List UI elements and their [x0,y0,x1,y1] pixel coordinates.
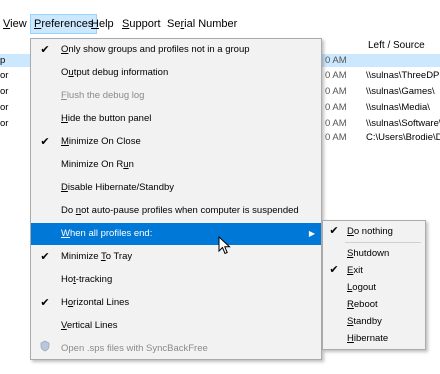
menu-item-label: Horizontal Lines [61,297,130,308]
row-source: \\sulnas\Media\ [366,102,430,113]
menu-item-horizontal-lines[interactable]: ✔ Horizontal Lines [31,292,321,314]
submenu-item-reboot[interactable]: Reboot [323,296,425,313]
chevron-right-icon: ▶ [308,229,315,238]
checkmark-icon: ✔ [40,44,50,56]
menu-item-hide-button-panel[interactable]: Hide the button panel [31,108,321,130]
submenu-item-logout[interactable]: Logout [323,279,425,296]
checkmark-icon: ✔ [40,136,50,148]
menu-bar: View Preferences Help Support Serial Num… [0,14,440,34]
menu-item-disable-hibernate[interactable]: Disable Hibernate/Standby [31,177,321,199]
row-source: \\sulnas\Games\ [366,86,435,97]
submenu-item-label: Logout [347,282,377,293]
row-source: \\sulnas\ThreeDPr [366,70,440,81]
menu-item-label: Do not auto-pause profiles when computer… [61,205,299,216]
submenu-item-label: Do nothing [347,226,393,237]
menu-serial-rest: ial Number [184,18,238,30]
menu-item-hot-tracking[interactable]: Hot-tracking [31,269,321,291]
menu-view-rest: iew [10,18,27,30]
menu-item-minimize-on-run[interactable]: Minimize On Run [31,154,321,176]
preferences-menu: ✔ Only show groups and profiles not in a… [30,38,322,360]
checkmark-icon: ✔ [329,264,339,276]
row-left-text: or [0,70,9,81]
column-header-label: Left / Source [368,40,425,51]
menu-item-label: Minimize On Close [61,136,141,147]
menu-item-flush-debug-log: Flush the debug log [31,85,321,107]
menu-item-only-show-groups[interactable]: ✔ Only show groups and profiles not in a… [31,39,321,61]
submenu-item-label: Reboot [347,299,378,310]
menu-help[interactable]: Help [88,14,117,34]
mouse-pointer-icon [218,235,232,259]
menu-item-label: Hot-tracking [61,274,113,285]
menu-item-label: Minimize To Tray [61,251,133,262]
profiles-end-submenu: ✔ Do nothing Shutdown ✔ Exit Logout Rebo… [322,220,426,350]
menu-serial-number[interactable]: Serial Number [164,14,240,34]
menu-item-label: Open .sps files with SyncBackFree [61,343,208,354]
menu-item-label: Output debug information [61,67,169,78]
row-left-text: or [0,86,9,97]
column-header-source[interactable]: Left / Source [320,38,440,55]
menu-item-label: Flush the debug log [61,90,145,101]
row-left-text: or [0,102,9,113]
submenu-item-label: Shutdown [347,248,390,259]
submenu-item-label: Standby [347,316,382,327]
menu-preferences-rest: references [41,18,94,30]
submenu-item-hibernate[interactable]: Hibernate [323,330,425,347]
submenu-item-exit[interactable]: ✔ Exit [323,262,425,279]
menu-item-label: When all profiles end: [61,228,153,239]
checkmark-icon: ✔ [40,297,50,309]
menu-view[interactable]: View [0,14,30,34]
menu-item-label: Disable Hibernate/Standby [61,182,175,193]
menu-help-accel: H [91,18,99,30]
menu-help-rest: elp [98,18,114,30]
row-time: 0 AM [325,86,347,97]
submenu-item-label: Hibernate [347,333,389,344]
menu-item-label: Hide the button panel [61,113,152,124]
row-source: \\sulnas\Software\ [366,118,440,129]
row-source: C:\Users\Brodie\D [366,132,440,143]
menu-item-label: Only show groups and profiles not in a g… [61,44,250,55]
menu-item-open-sps-files: Open .sps files with SyncBackFree [31,338,321,360]
menu-item-minimize-to-tray[interactable]: ✔ Minimize To Tray [31,246,321,268]
submenu-separator [345,242,421,243]
menu-item-minimize-on-close[interactable]: ✔ Minimize On Close [31,131,321,153]
row-left-text: or [0,118,9,129]
submenu-item-label: Exit [347,265,363,276]
row-time: 0 AM [325,70,347,81]
menu-serial-pre: Se [167,18,181,30]
menu-item-label: Vertical Lines [61,320,118,331]
menu-item-output-debug[interactable]: Output debug information [31,62,321,84]
menu-support-rest: upport [129,18,161,30]
row-time: 0 AM [325,102,347,113]
menu-support[interactable]: Support [119,14,164,34]
menu-item-vertical-lines[interactable]: Vertical Lines [31,315,321,337]
menu-item-no-auto-pause[interactable]: Do not auto-pause profiles when computer… [31,200,321,222]
submenu-item-do-nothing[interactable]: ✔ Do nothing [323,223,425,240]
row-time: 0 AM [325,118,347,129]
checkmark-icon: ✔ [40,251,50,263]
checkmark-icon: ✔ [329,225,339,237]
row-time: 0 AM [325,132,347,143]
menu-item-when-all-profiles-end[interactable]: When all profiles end: ▶ [31,223,321,245]
row-time: 0 AM [325,55,347,66]
submenu-item-shutdown[interactable]: Shutdown [323,245,425,262]
shield-icon [39,338,51,360]
submenu-item-standby[interactable]: Standby [323,313,425,330]
menu-item-label: Minimize On Run [61,159,134,170]
